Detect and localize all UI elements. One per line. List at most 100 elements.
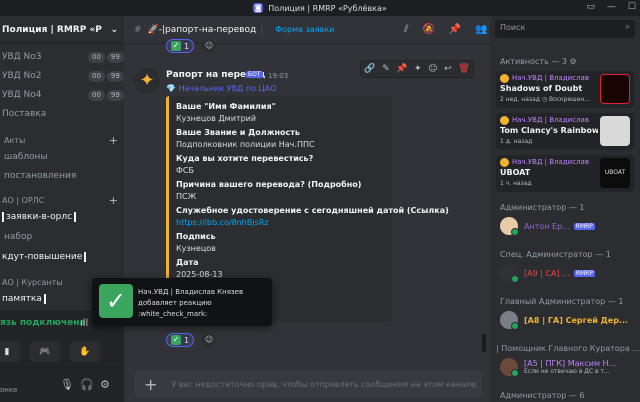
mention[interactable]: 💎 Начальник УВД по ЦАО <box>166 84 277 93</box>
avatar <box>500 358 519 377</box>
channel-label: набор <box>4 232 33 242</box>
category-acts[interactable]: Акты + <box>0 133 124 147</box>
window-title: Полиция | RMRP «Рублёвка» <box>268 3 387 13</box>
channel-item[interactable]: кдут-повышение <box>0 249 87 265</box>
member-item[interactable]: [А9 | СА] ... RMRP <box>500 261 595 285</box>
search-icon: ⌕ <box>625 22 630 31</box>
chevron-down-icon[interactable]: ⌄ <box>110 25 118 35</box>
link-icon[interactable]: 🔗 <box>364 64 375 74</box>
bot-avatar[interactable]: ✦ <box>134 68 160 94</box>
diamond-icon: 💎 <box>166 84 179 93</box>
chat-scrollbar[interactable] <box>482 334 486 352</box>
reaction-notification[interactable]: ✓ Нач.УВД | Владислав Князев добавляет р… <box>92 278 272 326</box>
inbox-icon[interactable]: ▭ <box>586 2 595 12</box>
channel-label: заявки-в-орлс <box>2 212 77 222</box>
activity-card[interactable]: Нач.УВД | Владислав Shadows of Doubt 2 н… <box>496 71 634 108</box>
add-reaction-icon[interactable]: ☺ <box>428 64 437 74</box>
channel-name: 🚀-|рапорт-на-перевод <box>147 24 257 35</box>
field-name: Дата <box>176 258 199 267</box>
field-name: Служебное удостоверение с сегодняшней да… <box>176 206 449 215</box>
role-header: Администратор — 6 <box>500 391 585 400</box>
role-header: | Помощник Главного Куратора ... <box>496 344 640 353</box>
channel-item[interactable]: УВД No4 00 99 <box>0 87 124 103</box>
server-name: Полиция | RMRP «Рублёвка» <box>2 24 102 35</box>
form-link[interactable]: Форма заявки <box>275 25 334 34</box>
add-channel-icon[interactable]: + <box>109 134 118 147</box>
minimize-button[interactable]: — <box>607 2 616 12</box>
channel-item[interactable]: УВД No2 00 99 <box>0 68 124 84</box>
channel-item[interactable]: УВД No3 00 99 <box>0 49 124 65</box>
server-header[interactable]: Полиция | RMRP «Рублёвка» ⌄ <box>0 16 124 44</box>
avatar <box>500 116 509 125</box>
member-item[interactable]: [А8 | ГА] Сергей Дер... <box>500 308 628 332</box>
headphones-icon[interactable]: 🎧 <box>80 378 94 391</box>
voice-signal-icon: ıll <box>80 318 89 329</box>
reply-icon[interactable]: ↩ <box>444 64 452 74</box>
avatar <box>500 74 509 83</box>
hash-icon: # <box>134 24 142 35</box>
composer-placeholder: У вас недостаточно прав, чтобы отправлят… <box>171 379 479 389</box>
settings-gear-icon[interactable]: ⚙ <box>100 378 110 391</box>
rmrp-tag: RMRP <box>573 222 595 230</box>
channel-item[interactable]: заявки-в-орлс <box>0 209 77 225</box>
game-thumbnail <box>600 74 630 104</box>
thread-icon[interactable]: ✦ <box>414 64 422 74</box>
add-reaction-icon[interactable]: ☺ <box>202 333 216 347</box>
microphone-icon[interactable]: 🎙 <box>60 378 74 391</box>
plus-icon[interactable]: + <box>144 375 157 394</box>
channel-item[interactable]: набор <box>0 229 32 245</box>
avatar <box>500 311 519 330</box>
role-header: Администратор — 1 <box>500 203 585 212</box>
activity-button[interactable]: 🎮 <box>30 342 60 362</box>
channel-item[interactable]: Поставка <box>0 106 46 122</box>
channel-label: постановления <box>4 171 77 181</box>
message-composer[interactable]: + У вас недостаточно прав, чтобы отправл… <box>134 370 482 398</box>
check-mark-icon: ✓ <box>171 41 181 51</box>
game-thumbnail: UBOAT <box>600 158 630 188</box>
add-reaction-icon[interactable]: ☺ <box>202 39 216 53</box>
field-value: ПСЖ <box>176 192 197 201</box>
pin-icon[interactable]: 📌 <box>449 24 461 35</box>
white-check-mark-icon: ✓ <box>99 284 133 318</box>
member-item[interactable]: Антон Ер... RMRP <box>500 214 595 238</box>
category-orls[interactable]: АО | ОРЛС + <box>0 193 124 207</box>
discord-app-icon: ◙ <box>253 3 264 13</box>
reaction-chip[interactable]: ✓ 1 <box>166 39 195 53</box>
field-value: Подполковник полиции Нач.ППС <box>176 140 315 149</box>
user-panel: онке 🎙 🎧 ⚙ <box>0 367 124 402</box>
activity-card[interactable]: Нач.УВД | Владислав Tom Clancy's Rainbow… <box>496 113 634 150</box>
pin-icon[interactable]: 📌 <box>396 64 407 74</box>
member-item[interactable]: [А5 | ПГК] Максим Н... Если не отвечаю в … <box>500 355 616 379</box>
user-status: онке <box>0 386 18 394</box>
game-thumbnail <box>600 116 630 146</box>
trash-icon[interactable]: 🗑 <box>458 64 469 74</box>
channel-item[interactable]: постановления <box>0 168 76 184</box>
channel-label: УВД No3 <box>2 52 42 62</box>
channel-label: УВД No4 <box>2 90 42 100</box>
search-input[interactable]: Поиск ⌕ <box>495 20 635 38</box>
field-value: ФСБ <box>176 166 194 175</box>
threads-icon[interactable]: ⫽ <box>404 24 408 35</box>
channel-item[interactable]: шаблоны <box>0 149 48 165</box>
toast-action: добавляет реакцию <box>138 299 212 307</box>
field-value: Кузнецов <box>176 244 216 253</box>
channel-item[interactable]: памятка <box>0 291 46 307</box>
add-channel-icon[interactable]: + <box>109 194 118 207</box>
mute-bell-icon[interactable]: 🔕 <box>422 24 434 35</box>
toast-user: Нач.УВД | Владислав Князев <box>138 288 244 296</box>
field-name: Подпись <box>176 232 216 241</box>
avatar <box>500 158 509 167</box>
camera-button[interactable]: ▮ <box>0 342 20 362</box>
field-link[interactable]: https://ibb.co/8nhBjsRz <box>176 218 268 227</box>
soundboard-button[interactable]: ✋ <box>70 342 100 362</box>
channel-label: кдут-повышение <box>2 252 87 262</box>
reaction-chip[interactable]: ✓ 1 <box>166 333 195 347</box>
activity-card[interactable]: Нач.УВД | Владислав UBOAT 1 ч. назад UBO… <box>496 155 634 192</box>
maximize-button[interactable]: ☐ <box>628 2 636 12</box>
rmrp-tag: RMRP <box>573 269 595 277</box>
bot-tag: БОТ <box>246 71 263 78</box>
edit-icon[interactable]: ✎ <box>382 64 390 74</box>
avatar <box>500 264 519 283</box>
activity-header: Активность — 3 ⚙ <box>500 57 577 66</box>
members-icon[interactable]: 👥 <box>475 24 487 35</box>
